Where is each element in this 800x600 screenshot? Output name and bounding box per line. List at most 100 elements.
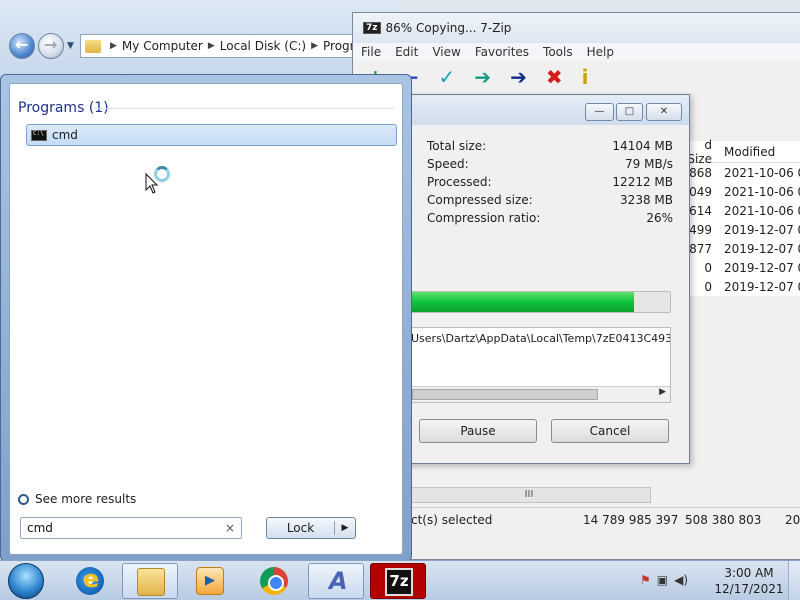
breadcrumb-separator-icon[interactable]: ▶ [311,41,318,51]
taskbar-chrome[interactable] [246,563,302,599]
explorer-window: ▼ ▶ My Computer ▶ Local Disk (C:) ▶ Prog… [0,0,410,80]
column-modified[interactable]: Modified [718,145,775,159]
status-date: 202 [785,512,800,527]
info-icon[interactable]: i [582,65,589,89]
forward-button[interactable] [38,33,64,59]
taskbar-media-player[interactable] [182,563,238,599]
breadcrumb-local-disk[interactable]: Local Disk (C:) [220,39,306,53]
search-result-cmd[interactable]: cmd [26,124,397,146]
network-icon[interactable]: ▣ [657,573,668,587]
chrome-icon [260,567,288,595]
scroll-right-icon[interactable]: ▶ [659,387,666,397]
table-row[interactable]: 3 4992019-12-07 09 [673,220,800,239]
menu-view[interactable]: View [432,45,460,59]
clock-date: 12/17/2021 [714,582,784,596]
stat-value: 12212 MB [612,175,673,189]
history-dropdown-icon[interactable]: ▼ [67,41,74,51]
cell-modified: 2019-12-07 09 [724,222,800,237]
table-row[interactable]: 02019-12-07 04 [673,258,800,277]
stat-row: Compressed size: 3238 MB [427,191,673,209]
horizontal-scrollbar[interactable]: III [407,487,651,503]
test-icon[interactable]: ✓ [439,65,456,89]
maximize-button[interactable]: □ [616,103,643,121]
clock[interactable]: 3:00 AM 12/17/2021 [714,565,784,597]
see-more-results-link[interactable]: See more results [18,492,136,506]
file-list: 2 8682021-10-06 08 6 0492021-10-06 08 5 … [673,163,800,296]
stat-value: 26% [646,211,673,225]
media-player-icon [196,567,224,595]
taskbar-internet-explorer[interactable] [62,563,118,599]
status-bar: ct(s) selected 14 789 985 397 508 380 80… [407,507,800,531]
taskbar-seven-zip[interactable]: 7z [370,563,426,599]
back-button[interactable] [9,33,35,59]
breadcrumb-separator-icon[interactable]: ▶ [110,41,117,51]
table-row[interactable]: 2 8682021-10-06 08 [673,163,800,182]
delete-icon[interactable]: ✖ [546,65,563,89]
table-row[interactable]: 6 0492021-10-06 08 [673,182,800,201]
clear-search-icon[interactable]: × [225,518,235,538]
table-row[interactable]: 5 6142021-10-06 08 [673,201,800,220]
progress-stats: Total size: 14104 MB Speed: 79 MB/s Proces… [427,137,673,227]
search-input-value: cmd [27,521,53,535]
move-icon[interactable]: ➔ [510,65,527,89]
pause-button[interactable]: Pause [419,419,537,443]
folder-icon [85,39,101,53]
menu-favorites[interactable]: Favorites [475,45,529,59]
stat-value: 3238 MB [620,193,673,207]
breadcrumb-my-computer[interactable]: My Computer [122,39,203,53]
progress-bar [411,291,671,313]
seven-zip-logo-icon: 7z [363,22,381,34]
show-desktop-button[interactable] [788,561,800,600]
taskbar-windows-explorer[interactable] [122,563,178,599]
taskbar-app[interactable] [308,563,364,599]
close-button[interactable]: ✕ [646,103,682,121]
stat-row: Processed: 12212 MB [427,173,673,191]
dialog-titlebar[interactable]: — □ ✕ [399,95,689,125]
magnifier-icon [18,493,29,505]
progress-dialog: — □ ✕ Total size: 14104 MB Speed: 79 MB/s … [398,94,690,464]
start-search-input[interactable]: cmd × [20,517,242,539]
search-result-label: cmd [52,128,78,142]
system-tray: ⚑ ▣ ◀) [640,573,688,587]
internet-explorer-icon [76,565,104,595]
menu-help[interactable]: Help [587,45,614,59]
scrollbar-thumb[interactable] [412,389,598,400]
minimize-button[interactable]: — [585,103,614,121]
taskbar: 7z ⚑ ▣ ◀) 3:00 AM 12/17/2021 [0,560,800,600]
copy-icon[interactable]: ➔ [474,65,491,89]
window-title: 86% Copying... 7-Zip [385,21,512,35]
breadcrumb-separator-icon[interactable]: ▶ [208,41,215,51]
cancel-button[interactable]: Cancel [551,419,669,443]
folder-icon [137,568,165,596]
cell-modified: 2021-10-06 08 [724,184,800,199]
cell-modified: 2019-12-07 04 [724,241,800,256]
path-horizontal-scrollbar[interactable]: ▶ [412,386,670,402]
status-selected: ct(s) selected [411,512,493,527]
status-total-size: 14 789 985 397 [583,512,679,527]
stat-label: Compressed size: [427,193,533,207]
cell-modified: 2021-10-06 08 [724,165,800,180]
cell-modified: 2021-10-06 08 [724,203,800,218]
menu-tools[interactable]: Tools [543,45,573,59]
start-button[interactable] [8,563,44,599]
table-row[interactable]: 02019-12-07 04 [673,277,800,296]
stat-value: 79 MB/s [625,157,673,171]
shutdown-options-arrow-icon[interactable]: ▶ [335,523,355,533]
lock-button-label[interactable]: Lock [267,521,335,535]
menu-file[interactable]: File [361,45,381,59]
stat-label: Processed: [427,175,492,189]
table-row[interactable]: 4 8772019-12-07 04 [673,239,800,258]
stat-row: Speed: 79 MB/s [427,155,673,173]
window-titlebar[interactable]: 7z 86% Copying... 7-Zip [353,13,800,43]
action-center-flag-icon[interactable]: ⚑ [640,573,651,587]
menu-bar: File Edit View Favorites Tools Help [353,43,800,61]
lock-button[interactable]: Lock ▶ [266,517,356,539]
stat-label: Compression ratio: [427,211,541,225]
stat-row: Compression ratio: 26% [427,209,673,227]
menu-edit[interactable]: Edit [395,45,418,59]
busy-spinner-icon [154,166,170,182]
divider [94,108,394,109]
volume-icon[interactable]: ◀) [674,573,688,587]
stat-row: Total size: 14104 MB [427,137,673,155]
current-file-path-box: Users\Dartz\AppData\Local\Temp\7zE0413C4… [411,327,671,403]
